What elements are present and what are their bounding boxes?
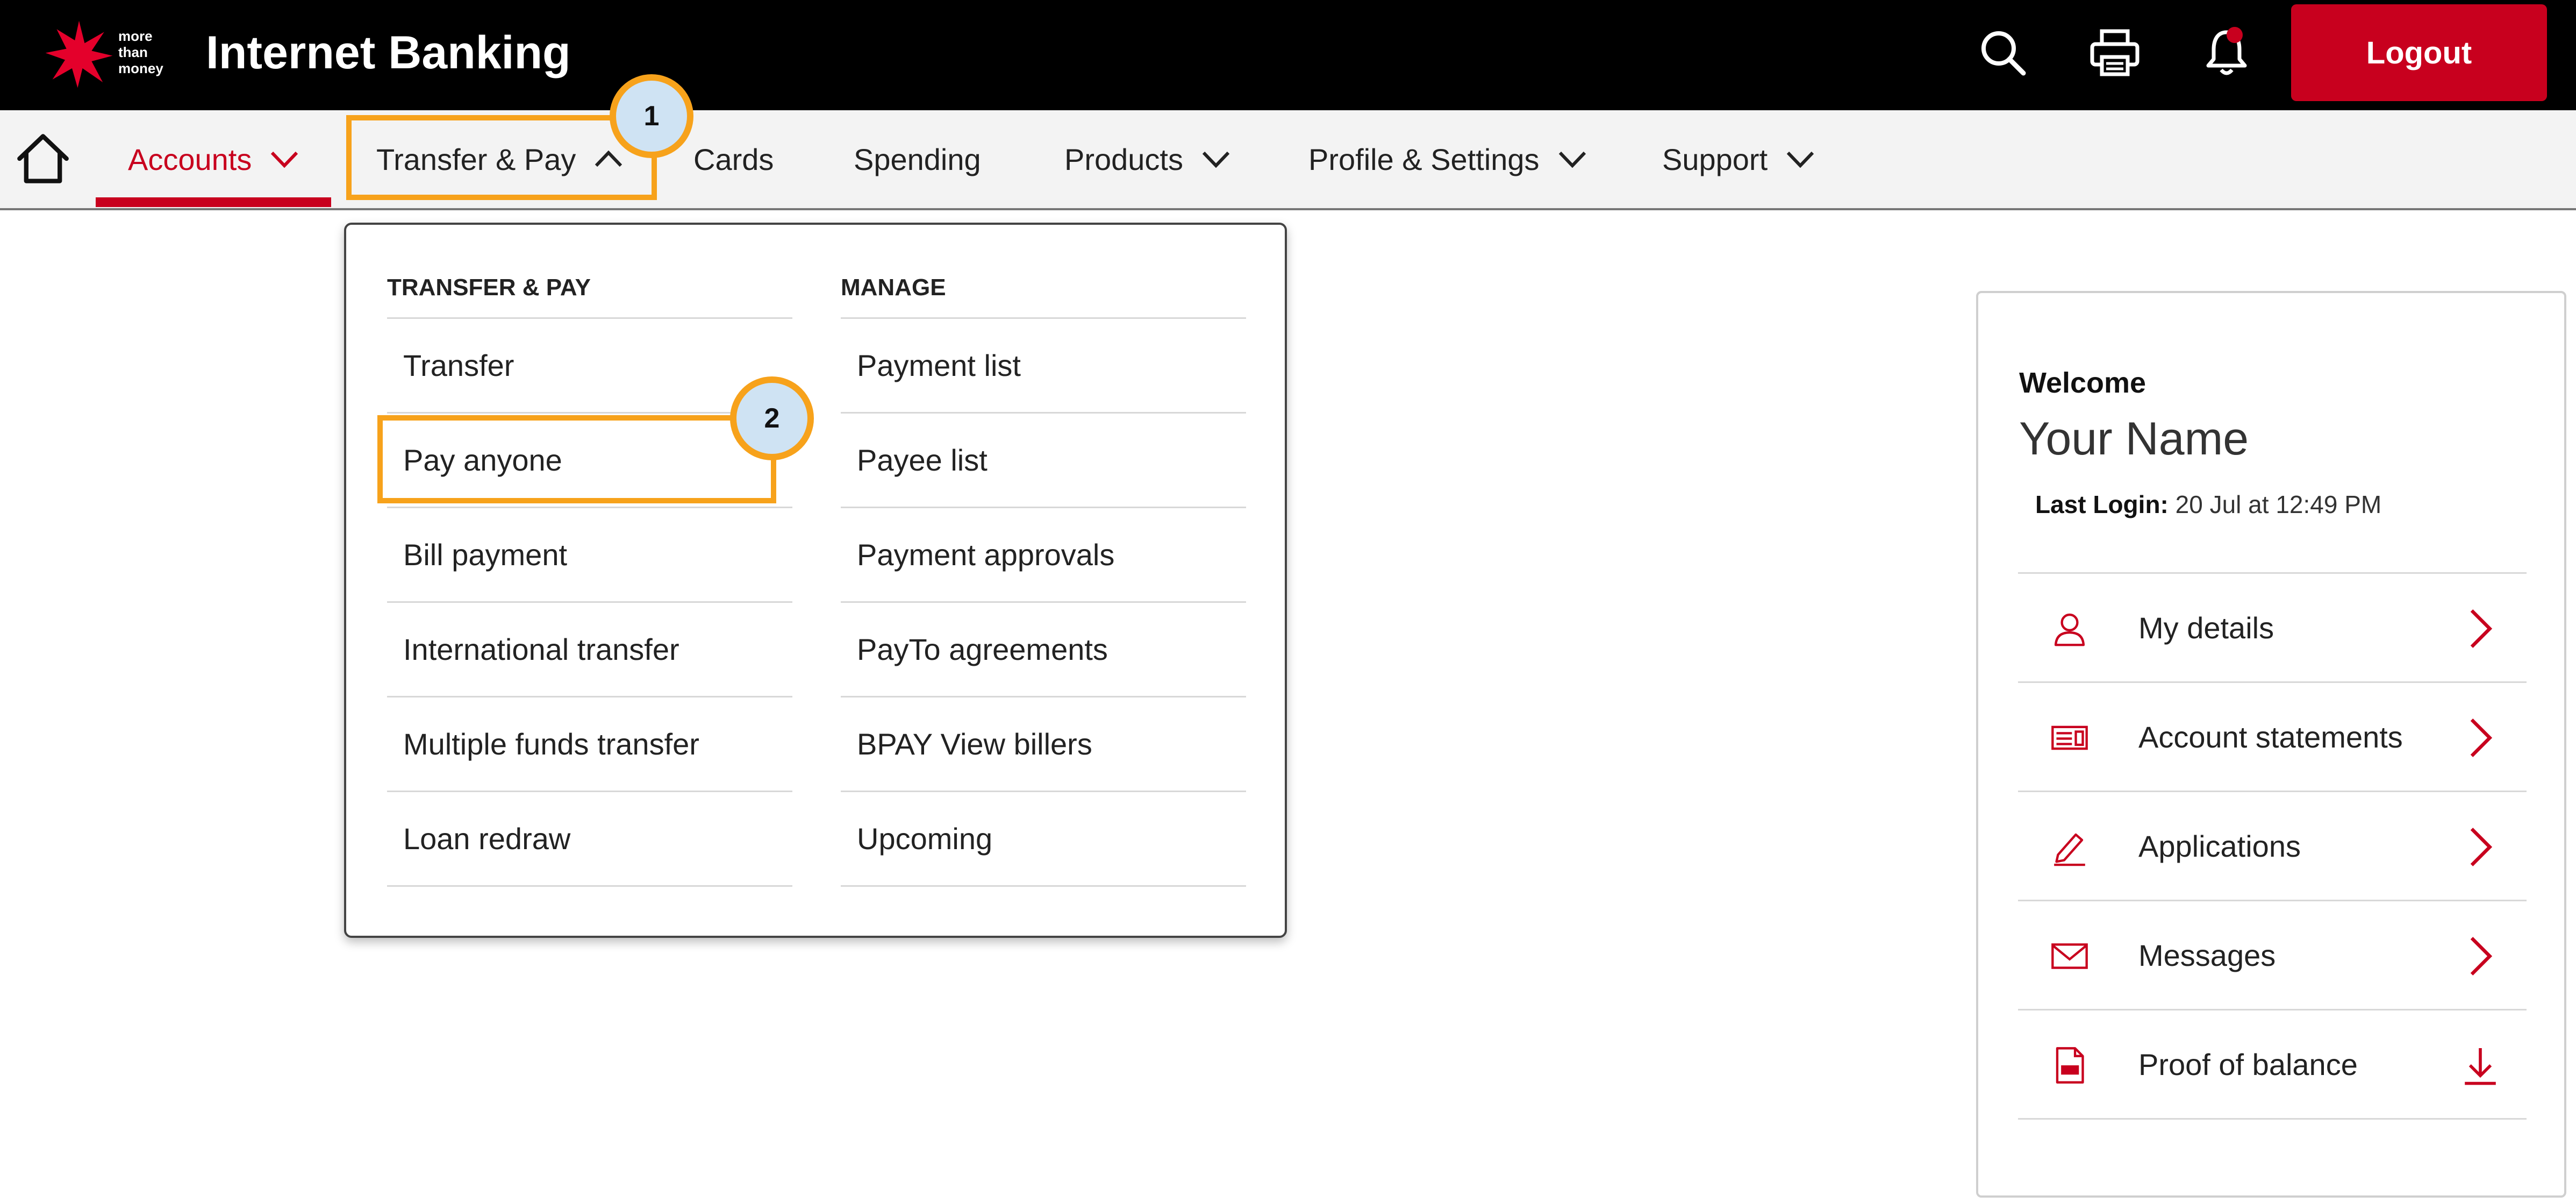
menu-item-payto-agreements[interactable]: PayTo agreements [841,603,1246,697]
nav-spending[interactable]: Spending [854,110,981,208]
menu-item-bpay-view-billers[interactable]: BPAY View billers [841,697,1246,792]
highlight-box-pay-anyone [377,415,776,503]
logout-button[interactable]: Logout [2291,4,2547,101]
last-login-label: Last Login: [2035,490,2169,518]
menu-item-payee-list[interactable]: Payee list [841,414,1246,508]
menu-item-transfer[interactable]: Transfer [387,319,792,414]
menu-item-loan-redraw[interactable]: Loan redraw [387,792,792,887]
step-marker-2: 2 [730,376,814,460]
last-login: Last Login: 20 Jul at 12:49 PM [2035,490,2381,519]
person-icon [2054,613,2085,646]
quick-link-label: Messages [2138,938,2276,972]
dropdown-heading-manage: MANAGE [841,258,1246,319]
app-title: Internet Banking [206,27,571,79]
menu-item-multiple-funds-transfer[interactable]: Multiple funds transfer [387,697,792,792]
menu-item-international-transfer[interactable]: International transfer [387,603,792,697]
chevron-right-icon [2470,828,2493,866]
pdf-icon [2056,1047,2084,1084]
print-icon[interactable] [2088,26,2142,80]
nav-spending-label: Spending [854,142,981,176]
highlight-box-transfer-pay [346,115,657,200]
step-marker-1: 1 [610,74,693,158]
last-login-value: 20 Jul at 12:49 PM [2168,490,2382,518]
nav-profile-settings[interactable]: Profile & Settings [1308,110,1587,208]
menu-item-payment-list[interactable]: Payment list [841,319,1246,414]
nav-cards[interactable]: Cards [693,110,774,208]
chevron-down-icon [1558,151,1586,168]
chevron-down-icon [1202,151,1230,168]
quick-link-label: Proof of balance [2138,1047,2358,1081]
nav-accounts[interactable]: Accounts [128,110,299,208]
chevron-right-icon [2470,937,2493,976]
chevron-down-icon [271,151,298,168]
quick-link-account-statements[interactable]: Account statements [2018,683,2527,792]
quick-link-applications[interactable]: Applications [2018,792,2527,901]
envelope-icon [2051,943,2088,969]
nav-support[interactable]: Support [1662,110,1815,208]
star-logo-icon[interactable] [44,19,114,89]
menu-item-bill-payment[interactable]: Bill payment [387,508,792,603]
nav-products-label: Products [1064,142,1183,176]
nav-profile-settings-label: Profile & Settings [1308,142,1540,176]
transfer-pay-dropdown: TRANSFER & PAY Transfer Pay anyone Bill … [344,223,1287,938]
chevron-right-icon [2470,609,2493,648]
active-tab-underline [96,197,331,207]
pen-icon [2054,833,2085,866]
nav-accounts-label: Accounts [128,142,252,176]
chevron-right-icon [2470,718,2493,757]
nav-products[interactable]: Products [1064,110,1230,208]
quick-link-proof-of-balance[interactable]: Proof of balance [2018,1010,2527,1120]
top-bar: more than money Internet Banking Logout [0,0,2576,110]
menu-item-payment-approvals[interactable]: Payment approvals [841,508,1246,603]
dropdown-column-transfer-pay: TRANSFER & PAY Transfer Pay anyone Bill … [387,258,792,887]
quick-links-list: My details Account statements Applicatio… [2018,572,2527,1120]
logo-tagline: more than money [118,28,163,76]
download-icon[interactable] [2459,1044,2502,1087]
quick-link-messages[interactable]: Messages [2018,901,2527,1010]
quick-link-my-details[interactable]: My details [2018,574,2527,683]
welcome-panel: Welcome Your Name Last Login: 20 Jul at … [1976,291,2566,1198]
notification-dot [2227,27,2243,43]
quick-link-label: Applications [2138,829,2301,863]
search-icon[interactable] [1976,26,2030,80]
user-name: Your Name [2019,413,2249,465]
statement-icon [2051,725,2088,750]
dropdown-column-manage: MANAGE Payment list Payee list Payment a… [841,258,1246,887]
nav-support-label: Support [1662,142,1768,176]
chevron-down-icon [1786,151,1814,168]
nav-cards-label: Cards [693,142,774,176]
welcome-label: Welcome [2019,367,2146,399]
dropdown-heading-transfer-pay: TRANSFER & PAY [387,258,792,319]
quick-link-label: My details [2138,610,2274,645]
home-icon[interactable] [15,131,71,187]
menu-item-upcoming[interactable]: Upcoming [841,792,1246,887]
quick-link-label: Account statements [2138,720,2403,754]
